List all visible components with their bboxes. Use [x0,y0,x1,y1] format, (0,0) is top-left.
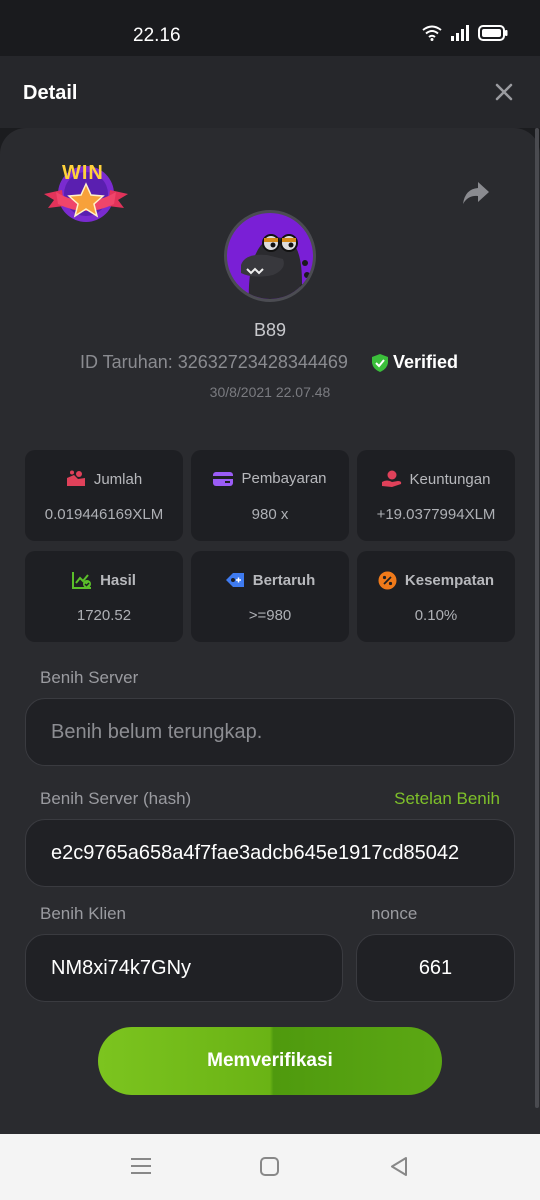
nonce-label: nonce [371,904,418,923]
avatar [224,210,316,302]
stat-label: Bertaruh [252,571,316,589]
signal-icon [451,25,469,41]
server-hash-value: e2c9765a658a4f7fae3adcb645e1917cd85042 [51,842,460,864]
shield-check-icon [372,353,388,372]
wifi-icon [422,25,442,41]
server-seed-placeholder: Benih belum terungkap. [51,721,263,743]
client-seed-label: Benih Klien [40,904,127,923]
seed-settings-link[interactable]: Setelan Benih [394,789,500,809]
stat-label: Jumlah [93,470,143,488]
tag-icon [225,573,244,587]
verify-button-label: Memverifikasi [207,1050,333,1071]
page-title: Detail [23,82,78,104]
stat-value: 0.10% [414,607,458,624]
bet-id: ID Taruhan: 32632723428344469 [80,352,348,372]
stat-value: 0.019446169XLM [44,506,164,523]
server-seed-field[interactable]: Benih belum terungkap. [25,698,515,766]
stat-amount: Jumlah 0.019446169XLM [25,450,183,541]
stat-payout: Pembayaran 980 x [191,450,349,541]
client-seed-value: NM8xi74k7GNy [51,957,192,979]
nonce-value: 661 [418,957,453,979]
verified-label: Verified [393,352,459,372]
stat-chance: Kesempatan 0.10% [357,551,515,642]
coins-icon [66,470,85,486]
share-icon[interactable] [462,180,490,206]
stat-label: Kesempatan [404,572,495,589]
status-time: 22.16 [133,25,181,46]
server-seed-label: Benih Server [40,668,139,687]
detail-header: Detail [0,56,540,128]
stat-profit: Keuntungan +19.0377994XLM [357,450,515,541]
close-icon[interactable] [492,80,516,104]
stat-label: Hasil [100,571,136,589]
stat-result: Hasil 1720.52 [25,551,183,642]
scrollbar[interactable] [535,128,539,1108]
verified-badge: Verified [372,352,458,373]
server-hash-label: Benih Server (hash) [40,789,192,808]
system-icons [422,25,508,41]
stat-value: +19.0377994XLM [376,506,496,523]
stat-value: 1720.52 [76,607,132,624]
hand-coin-icon [381,470,401,487]
back-icon[interactable] [390,1157,408,1176]
server-hash-field[interactable]: e2c9765a658a4f7fae3adcb645e1917cd85042 [25,819,515,887]
menu-icon[interactable] [131,1157,151,1175]
client-seed-field[interactable]: NM8xi74k7GNy [25,934,343,1002]
battery-icon [478,25,508,41]
home-icon[interactable] [260,1157,279,1176]
stat-label: Keuntungan [409,470,491,488]
stat-label: Pembayaran [241,470,327,487]
percent-icon [378,571,397,590]
player-name: B89 [253,320,287,340]
stat-target: Bertaruh >=980 [191,551,349,642]
stat-value: >=980 [248,607,292,624]
chart-check-icon [72,572,92,589]
status-bar: 22.16 [0,0,540,56]
bet-datetime: 30/8/2021 22.07.48 [209,384,331,400]
stat-value: 980 x [251,506,289,523]
win-badge-text: WIN [62,162,104,184]
verify-button[interactable]: Memverifikasi [98,1027,442,1095]
nonce-field[interactable]: 661 [356,934,515,1002]
card-icon [213,471,234,486]
